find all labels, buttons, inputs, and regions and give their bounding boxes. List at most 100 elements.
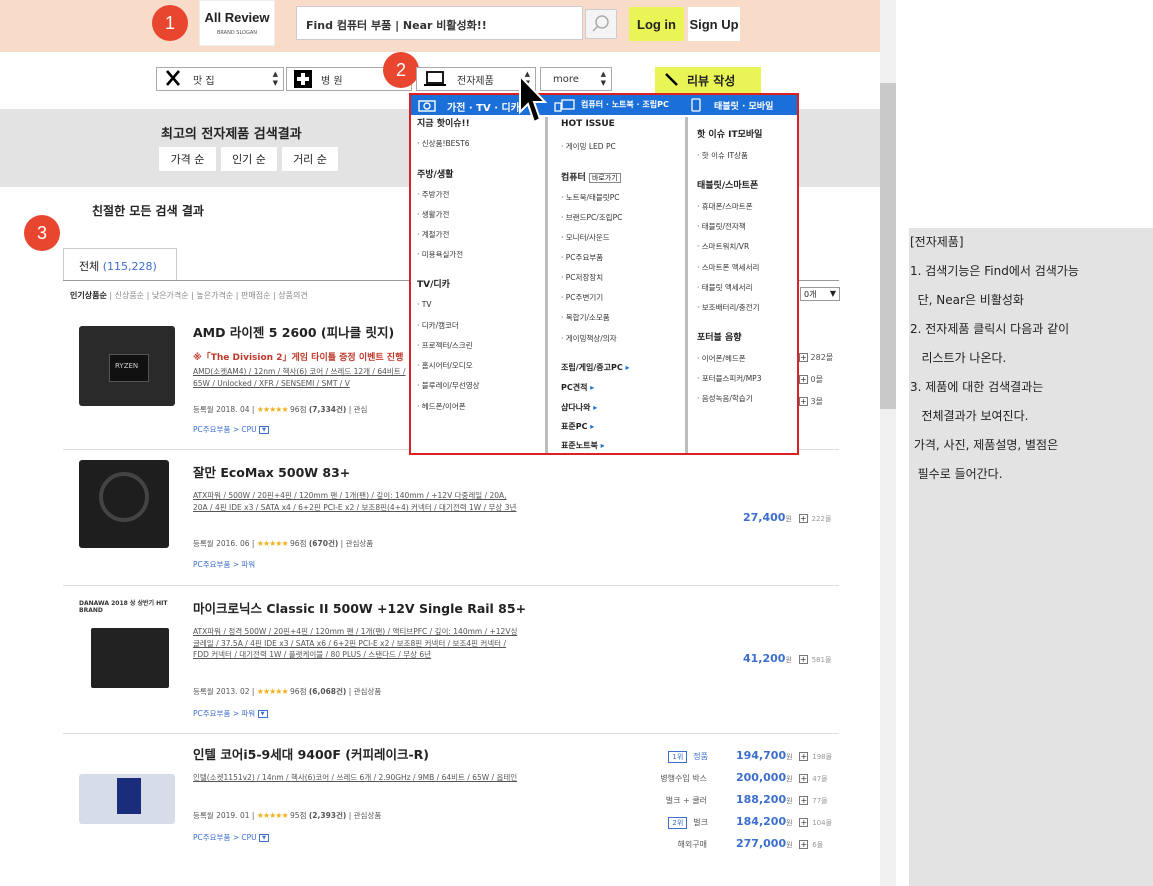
menu-item[interactable]: · 스마트워치/VR <box>697 241 749 252</box>
signup-button[interactable]: Sign Up <box>688 7 740 41</box>
menu-item[interactable]: · 브랜드PC/조립PC <box>561 212 622 223</box>
sort-price-button[interactable]: 가격 순 <box>159 147 216 171</box>
menu-item[interactable]: · 게이밍책상/의자 <box>561 333 617 344</box>
menu-item[interactable]: · 보조배터리/충전기 <box>697 302 760 313</box>
sort-popular-button[interactable]: 인기 순 <box>221 147 277 171</box>
star-icon: ★★★★★ <box>256 405 289 414</box>
tab-all[interactable]: 전체 (115,228) <box>63 248 177 280</box>
menu-item[interactable]: · PC주요부품 <box>561 252 603 263</box>
note-line: 3. 제품에 대한 검색결과는 <box>910 380 1044 394</box>
group-title: TV/디카 <box>417 280 450 290</box>
menu-item[interactable]: · 헤드폰/이어폰 <box>417 401 466 412</box>
product-spec[interactable]: ATX파워 / 정격 500W / 20핀+4핀 / 120mm 팬 / 1개(… <box>193 626 523 661</box>
product-spec[interactable]: AMD(소켓AM4) / 12nm / 헥사(6) 코어 / 쓰레드 12개 /… <box>193 366 413 390</box>
logo-title: All Review <box>204 10 270 25</box>
product-name[interactable]: 마이크로닉스 Classic II 500W +12V Single Rail … <box>193 598 526 617</box>
sort-distance-button[interactable]: 거리 순 <box>282 147 338 171</box>
product-category[interactable]: PC주요부품 > 파워 <box>193 559 255 570</box>
menu-link[interactable]: 표준PC ▸ <box>561 421 594 432</box>
dropdown-column-2: HOT ISSUE · 게이밍 LED PC 컴퓨터 바로가기 · 노트북/태블… <box>561 115 686 453</box>
menu-item[interactable]: · 모니터/사운드 <box>561 232 610 243</box>
product-image[interactable] <box>79 774 175 824</box>
scrollbar-thumb[interactable] <box>880 83 896 409</box>
product-spec[interactable]: ATX파워 / 500W / 20핀+4핀 / 120mm 팬 / 1개(팬) … <box>193 490 523 513</box>
section-title: 친절한 모든 검색 결과 <box>92 204 204 218</box>
login-button[interactable]: Log in <box>629 7 684 41</box>
star-icon: ★★★★★ <box>256 811 289 820</box>
product-price[interactable]: 188,200원 + 77몰 <box>736 793 828 806</box>
menu-item[interactable]: · 디카/캠코더 <box>417 320 459 331</box>
sort-option[interactable]: 판매점순 <box>241 291 270 300</box>
product-price[interactable]: 184,200원 + 104몰 <box>736 815 832 828</box>
product-price[interactable]: 27,400원 + 222몰 <box>743 511 831 524</box>
search-button[interactable] <box>585 9 617 39</box>
write-review-label: 리뷰 작성 <box>687 73 736 88</box>
menu-link[interactable]: 표준노트북 ▸ <box>561 440 605 451</box>
sort-option-active[interactable]: 인기상품순 <box>70 291 107 300</box>
product-promo[interactable]: ※「The Division 2」게임 타이틀 증정 이벤트 진행 <box>193 350 403 363</box>
product-name[interactable]: 인텔 코어i5-9세대 9400F (커피레이크-R) <box>193 744 429 763</box>
dropdown-tab-mobile[interactable]: 태블릿 · 모바일 <box>714 99 773 112</box>
plus-icon: + <box>799 375 808 384</box>
menu-item[interactable]: · 계절가전 <box>417 229 449 240</box>
marker-badge-2: 2 <box>383 52 419 88</box>
menu-item[interactable]: · 홈시어터/오디오 <box>417 360 473 371</box>
dropdown-tab-appliance[interactable]: 가전 · TV · 디카 <box>447 99 520 114</box>
product-image[interactable]: RYZEN <box>79 326 175 406</box>
product-spec[interactable]: 인텔(소켓1151v2) / 14nm / 헥사(6)코어 / 쓰레드 6개 /… <box>193 772 523 784</box>
category-select-restaurant[interactable]: 맛 집 ▲ ▼ <box>156 67 284 91</box>
results-title: 최고의 전자제품 검색결과 <box>161 127 302 142</box>
menu-item[interactable]: · 스마트폰 액세서리 <box>697 262 759 273</box>
product-meta: 등록월 2016. 06 | ★★★★★ 96점 (670건) | 관심상품 <box>193 539 374 548</box>
menu-item[interactable]: · 블루레이/무선영상 <box>417 380 480 391</box>
price-option-label: 1위 정품 <box>648 751 708 763</box>
menu-item[interactable]: · 음성녹음/학습기 <box>697 393 753 404</box>
sort-option[interactable]: 상품의견 <box>278 291 307 300</box>
menu-item[interactable]: · 미용욕실가전 <box>417 249 463 260</box>
product-price[interactable]: 277,000원 + 6몰 <box>736 837 823 850</box>
menu-link[interactable]: 조립/게임/중고PC ▸ <box>561 362 630 373</box>
menu-item[interactable]: · 태블릿/전자책 <box>697 221 746 232</box>
menu-item[interactable]: · 포터블스피커/MP3 <box>697 373 761 384</box>
count-select[interactable]: 0개 ▼ <box>800 287 840 301</box>
menu-item[interactable]: · 생활가전 <box>417 209 449 220</box>
product-price[interactable]: 194,700원 + 198몰 <box>736 749 832 762</box>
product-category[interactable]: PC주요부품 > CPU ▼ <box>193 832 270 843</box>
dropdown-tab-bar: 가전 · TV · 디카 컴퓨터 · 노트북 · 조립PC 태블릿 · 모바일 <box>411 95 797 115</box>
category-select-more[interactable]: more ▲ ▼ <box>540 67 612 91</box>
menu-item[interactable]: · PC주변기기 <box>561 292 603 303</box>
menu-link[interactable]: 샵다나와 ▸ <box>561 402 597 413</box>
product-image[interactable] <box>79 460 169 548</box>
dropdown-tab-computer[interactable]: 컴퓨터 · 노트북 · 조립PC <box>581 99 669 110</box>
logo[interactable]: All Review BRAND SLOGAN <box>199 0 275 46</box>
search-input[interactable]: Find 컴퓨터 부품 | Near 비활성화!! <box>296 6 583 40</box>
mall-count: + 282몰 <box>799 353 834 362</box>
menu-item[interactable]: · 게이밍 LED PC <box>561 141 616 152</box>
menu-item[interactable]: · 태블릿 액세서리 <box>697 282 752 293</box>
sort-option[interactable]: 낮은가격순 <box>152 291 189 300</box>
product-name[interactable]: 잘만 EcoMax 500W 83+ <box>193 462 350 481</box>
product-price[interactable]: 41,200원 + 581몰 <box>743 652 831 665</box>
shortcut-button[interactable]: 바로가기 <box>588 173 621 183</box>
menu-item[interactable]: · 프로젝터/스크린 <box>417 340 473 351</box>
camera-icon <box>418 100 436 112</box>
menu-item[interactable]: · 이어폰/헤드폰 <box>697 353 746 364</box>
sort-option[interactable]: 신상품순 <box>115 291 144 300</box>
menu-link[interactable]: PC견적 ▸ <box>561 382 594 393</box>
product-category[interactable]: PC주요부품 > CPU ▼ <box>193 424 270 435</box>
product-name[interactable]: AMD 라이젠 5 2600 (피나클 릿지) <box>193 322 394 341</box>
menu-item[interactable]: · 신상품!BEST6 <box>417 138 470 149</box>
menu-item[interactable]: · 핫 이슈 IT상품 <box>697 150 748 161</box>
menu-item[interactable]: · 휴대폰/스마트폰 <box>697 201 753 212</box>
product-price[interactable]: 200,000원 + 47몰 <box>736 771 828 784</box>
sort-option[interactable]: 높은가격순 <box>196 291 233 300</box>
product-image[interactable]: DANAWA 2018 상 상반기 HIT BRAND <box>79 598 179 696</box>
write-review-button[interactable]: 리뷰 작성 <box>655 67 761 93</box>
menu-item[interactable]: · 주방가전 <box>417 189 449 200</box>
menu-item[interactable]: · PC저장장치 <box>561 272 603 283</box>
menu-item[interactable]: · 복합기/소모품 <box>561 312 610 323</box>
category-label: 맛 집 <box>193 75 215 87</box>
menu-item[interactable]: · 노트북/태블릿PC <box>561 192 619 203</box>
menu-item[interactable]: · TV <box>417 300 432 309</box>
product-category[interactable]: PC주요부품 > 파워 ▼ <box>193 708 268 719</box>
